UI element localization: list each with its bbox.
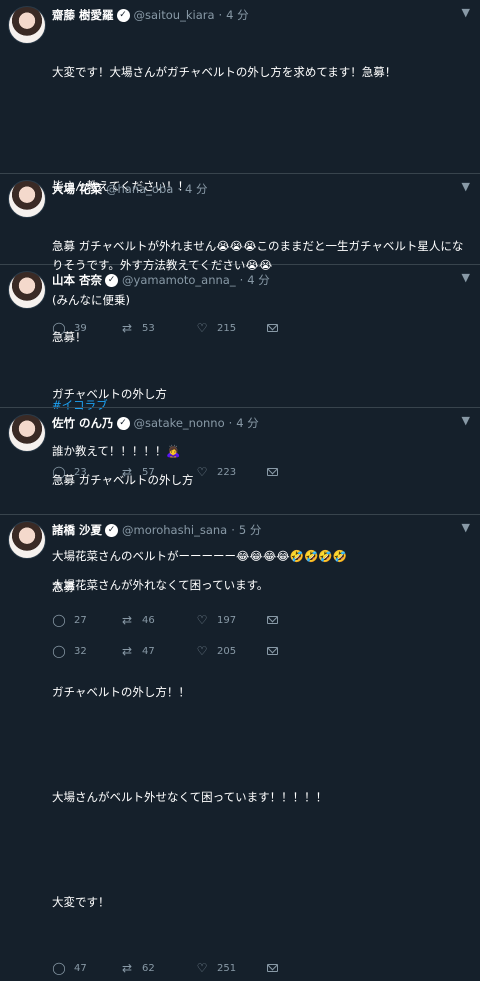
chevron-down-icon[interactable]: ▼ (462, 6, 470, 19)
separator-dot: · (239, 273, 244, 287)
heart-icon: ♡ (196, 961, 208, 975)
user-handle[interactable]: @morohashi_sana (122, 523, 227, 537)
tweet-header: 齋藤 樹愛羅 ✓ @saitou_kiara · 4 分 (52, 5, 468, 25)
tweet-line: 急募 (52, 580, 75, 594)
timestamp[interactable]: 4 分 (226, 7, 248, 23)
tweet[interactable]: ▼ 諸橋 沙夏 ✓ @morohashi_sana · 5 分 急募 ガチャベル… (0, 515, 480, 975)
avatar[interactable] (8, 271, 46, 309)
display-name[interactable]: 諸橋 沙夏 (52, 522, 102, 538)
tweet[interactable]: ▼ 大場 花菜 @hana_oba · 4 分 急募 ガチャベルトが外れません😭… (0, 174, 480, 335)
user-handle[interactable]: @hana_oba (106, 182, 173, 196)
timestamp[interactable]: 4 分 (185, 181, 207, 197)
tweet-line: ガチャベルトの外し方！！ (52, 685, 190, 699)
display-name[interactable]: 山本 杏奈 (52, 272, 102, 288)
avatar[interactable] (8, 180, 46, 218)
timeline: ▼ 齋藤 樹愛羅 ✓ @saitou_kiara · 4 分 大変です！大場さん… (0, 0, 480, 975)
verified-badge-icon: ✓ (105, 273, 119, 287)
retweet-icon: ⇄ (121, 961, 133, 975)
tweet[interactable]: ▼ 齋藤 樹愛羅 ✓ @saitou_kiara · 4 分 大変です！大場さん… (0, 0, 480, 479)
user-handle[interactable]: @saitou_kiara (134, 8, 215, 22)
reply-button[interactable]: ◯ 47 (52, 961, 120, 975)
dm-button[interactable] (267, 964, 335, 972)
reply-icon: ◯ (52, 961, 66, 975)
like-button[interactable]: ♡ 251 (195, 961, 267, 975)
tweet-line: 大変です！大場さんがガチャベルトの外し方を求めてます！急募！ (52, 65, 397, 79)
separator-dot: · (177, 182, 181, 196)
verified-badge-icon: ✓ (105, 523, 119, 537)
tweet-line: 急募！ (52, 330, 87, 344)
tweet[interactable]: ▼ 佐竹 のん乃 ✓ @satake_nonno · 4 分 急募 ガチャベルト… (0, 408, 480, 658)
chevron-down-icon[interactable]: ▼ (462, 521, 470, 534)
tweet-line (52, 845, 468, 855)
tweet-line (52, 740, 468, 750)
display-name[interactable]: 大場 花菜 (52, 181, 102, 197)
timestamp[interactable]: 4 分 (247, 272, 269, 288)
user-handle[interactable]: @yamamoto_anna_ (122, 273, 236, 287)
avatar[interactable] (8, 6, 46, 44)
tweet-header: 諸橋 沙夏 ✓ @morohashi_sana · 5 分 (52, 520, 468, 540)
tweet-line: 大場さんがベルト外せなくて困っています！！！！！ (52, 790, 328, 804)
user-handle[interactable]: @satake_nonno (134, 416, 225, 430)
tweet-line: ガチャベルトの外し方 (52, 387, 167, 401)
tweet-text: 急募 ガチャベルトの外し方！！ 大場さんがベルト外せなくて困っています！！！！！… (52, 540, 468, 950)
verified-badge-icon: ✓ (116, 8, 130, 22)
display-name[interactable]: 齋藤 樹愛羅 (52, 7, 114, 23)
separator-dot: · (231, 523, 235, 537)
chevron-down-icon[interactable]: ▼ (462, 414, 470, 427)
tweet-line (52, 120, 468, 139)
tweet[interactable]: ▼ 山本 杏奈 ✓ @yamamoto_anna_ · 4 分 急募！ ガチャベ… (0, 265, 480, 627)
retweet-count: 62 (142, 962, 155, 974)
avatar[interactable] (8, 414, 46, 452)
timestamp[interactable]: 5 分 (239, 522, 261, 538)
tweet-header: 佐竹 のん乃 ✓ @satake_nonno · 4 分 (52, 413, 468, 433)
like-count: 251 (217, 962, 237, 974)
avatar[interactable] (8, 521, 46, 559)
timestamp[interactable]: 4 分 (236, 415, 258, 431)
tweet-line: 急募 ガチャベルトの外し方 (52, 473, 194, 487)
reply-count: 47 (74, 962, 87, 974)
mail-icon (267, 964, 278, 972)
tweet-header: 大場 花菜 @hana_oba · 4 分 (52, 179, 468, 199)
retweet-button[interactable]: ⇄ 62 (120, 961, 195, 975)
display-name[interactable]: 佐竹 のん乃 (52, 415, 114, 431)
verified-badge-icon: ✓ (116, 416, 130, 430)
chevron-down-icon[interactable]: ▼ (462, 180, 470, 193)
separator-dot: · (218, 8, 223, 22)
tweet-line: 大変です！ (52, 895, 110, 909)
tweet-header: 山本 杏奈 ✓ @yamamoto_anna_ · 4 分 (52, 270, 468, 290)
chevron-down-icon[interactable]: ▼ (462, 271, 470, 284)
separator-dot: · (228, 416, 233, 430)
tweet-line (52, 635, 468, 645)
tweet-actions: ◯ 47 ⇄ 62 ♡ 251 (52, 955, 468, 981)
